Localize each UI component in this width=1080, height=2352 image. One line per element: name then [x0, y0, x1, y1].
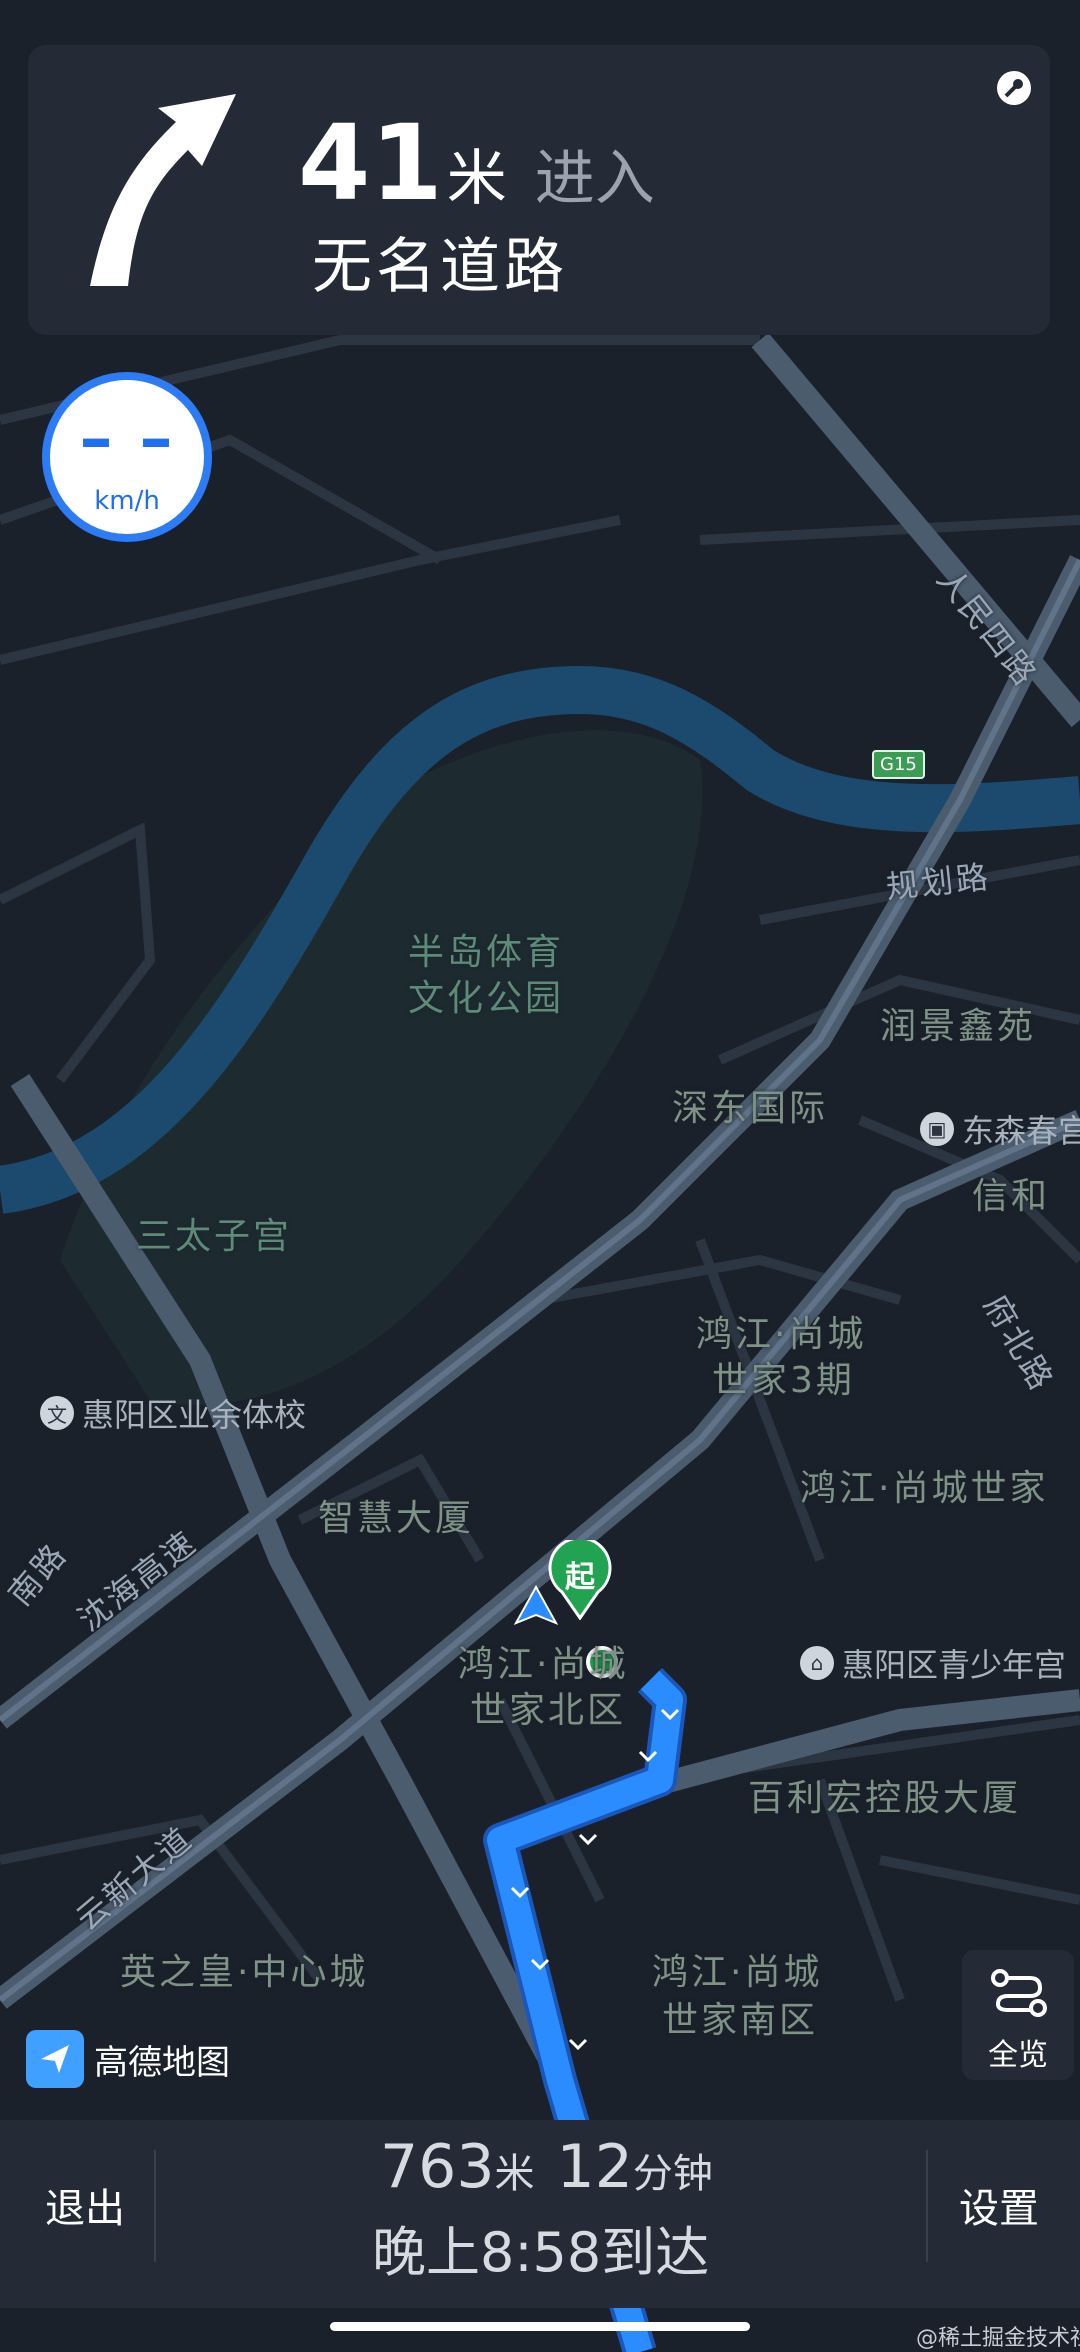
- map-canvas[interactable]: [0, 0, 1080, 2352]
- hongjiang-south-label-a: 鸿江·尚城: [652, 1952, 823, 1993]
- turn-distance-unit: 米: [446, 144, 507, 214]
- turn-distance-value: 41: [298, 102, 443, 224]
- remaining-distance-unit: 米: [494, 2151, 535, 2197]
- baili-label: 百利宏控股大厦: [748, 1778, 1022, 1819]
- brand-logo: 高德地图: [26, 2030, 230, 2088]
- poi-youth-label: 惠阳区青少年宫: [842, 1646, 1067, 1684]
- speed-indicator: – – km/h: [42, 372, 212, 542]
- highway-shield: G15: [872, 750, 925, 779]
- speed-unit: km/h: [94, 486, 160, 516]
- poi-school-label: 惠阳区业余体校: [82, 1396, 307, 1434]
- divider-left: [154, 2150, 156, 2262]
- yingzhi-label: 英之皇·中心城: [120, 1952, 369, 1993]
- sanzigong-label: 三太子宫: [136, 1216, 293, 1257]
- poi-dongsen[interactable]: ▣ 东森春宫: [920, 1106, 1080, 1152]
- exit-button[interactable]: 退出: [10, 2120, 160, 2290]
- overview-label: 全览: [988, 2038, 1048, 2073]
- car-position-icon: [513, 1585, 559, 1625]
- speed-value: – –: [79, 400, 175, 477]
- remaining-time: 12: [556, 2132, 633, 2202]
- turn-right-arrow-icon: [90, 94, 236, 286]
- next-road-name: 无名道路: [312, 232, 568, 302]
- home-indicator[interactable]: [330, 2322, 750, 2331]
- remaining-summary: 763米 12分钟: [380, 2132, 735, 2202]
- hongjiang-north-label-b: 世家北区: [470, 1690, 627, 1731]
- route-overview-icon: [991, 1969, 1047, 2017]
- shop-icon: ▣: [920, 1112, 954, 1146]
- hongjiang-south-label-b: 世家南区: [662, 2000, 819, 2041]
- overview-button[interactable]: 全览: [962, 1950, 1074, 2080]
- hongjiang3-label-a: 鸿江·尚城: [696, 1314, 867, 1355]
- poi-youth[interactable]: ⌂ 惠阳区青少年宫: [800, 1640, 1066, 1686]
- shendong-label: 深东国际: [672, 1088, 829, 1129]
- hongjiang3-label-b: 世家3期: [712, 1360, 855, 1401]
- arrival-time: 晚上8:58到达: [372, 2221, 710, 2284]
- watermark: @稀土掘金技术社区: [916, 2326, 1080, 2351]
- xinhe-label: 信和: [972, 1176, 1051, 1217]
- bottom-bar: 退出 763米 12分钟 晚上8:58到达 设置: [0, 2120, 1080, 2308]
- remaining-distance: 763: [380, 2132, 495, 2202]
- park-label-line2: 文化公园: [408, 978, 565, 1019]
- brand-name: 高德地图: [94, 2042, 230, 2083]
- zhihui-label: 智慧大厦: [318, 1498, 475, 1539]
- remaining-time-unit: 分钟: [632, 2151, 713, 2197]
- amap-logo-icon: [26, 2030, 84, 2088]
- poi-school[interactable]: 文 惠阳区业余体校: [40, 1390, 306, 1436]
- hongjiang-north-label-a: 鸿江·尚城: [458, 1644, 629, 1685]
- building-icon: ⌂: [800, 1646, 834, 1680]
- poi-dongsen-label: 东森春宫: [962, 1112, 1080, 1150]
- turn-action: 进入: [534, 144, 655, 214]
- gps-signal-icon[interactable]: [994, 68, 1034, 108]
- runjing-label: 润景鑫苑: [880, 1006, 1037, 1047]
- hongjiang-world-label: 鸿江·尚城世家: [800, 1468, 1049, 1509]
- settings-button[interactable]: 设置: [924, 2120, 1074, 2290]
- school-icon: 文: [40, 1396, 74, 1430]
- turn-distance: 41米 进入: [298, 102, 655, 224]
- park-label-line1: 半岛体育: [408, 932, 565, 973]
